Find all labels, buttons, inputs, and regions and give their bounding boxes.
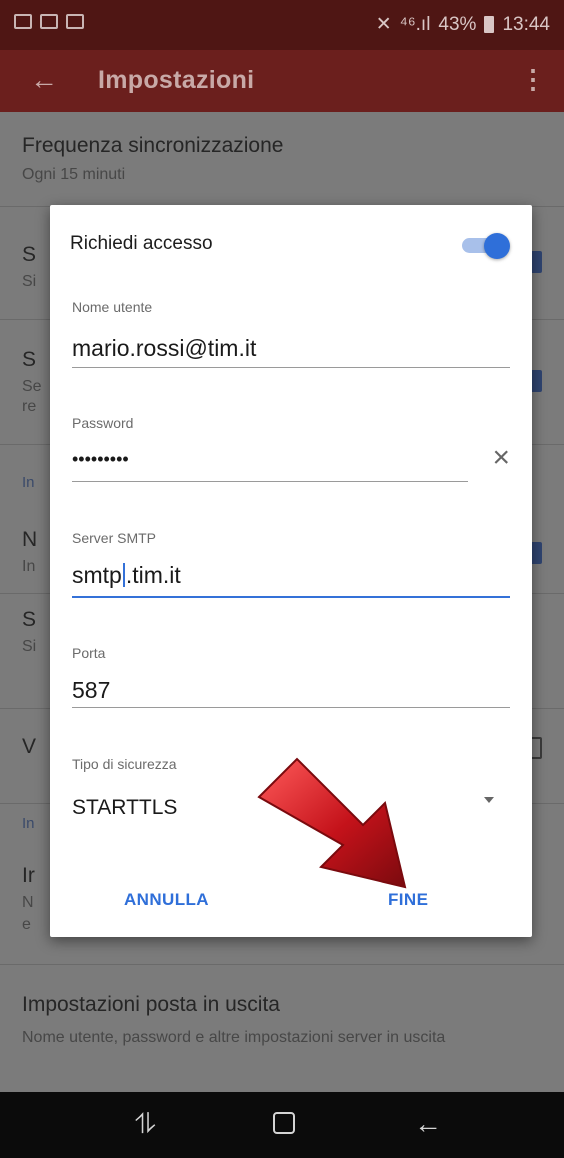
status-bar: ✕ ⁴⁶.ıl 43% 13:44	[0, 0, 564, 50]
section-header: In	[22, 815, 35, 832]
username-field[interactable]: Nome utente mario.rossi@tim.it	[72, 299, 510, 371]
overflow-menu-icon[interactable]: ⋮	[520, 64, 546, 95]
username-input[interactable]: mario.rossi@tim.it	[72, 335, 256, 362]
row-subtitle: Si	[22, 273, 37, 290]
mail-notification-icon	[40, 14, 58, 29]
smtp-server-field[interactable]: Server SMTP smtp .tim.it	[72, 530, 510, 602]
require-access-label: Richiedi accesso	[70, 233, 213, 254]
row-subtitle: In	[22, 558, 36, 575]
password-input[interactable]: •••••••••	[72, 449, 129, 470]
underline-focused	[72, 596, 510, 598]
require-access-toggle[interactable]	[462, 233, 510, 259]
row-title: N	[22, 528, 38, 551]
app-bar: ← Impostazioni ⋮	[0, 50, 564, 112]
recent-apps-icon[interactable]: ⥮	[135, 1108, 155, 1141]
mute-icon: ✕	[375, 14, 392, 35]
row-subtitle: e	[22, 916, 31, 933]
red-arrow-annotation	[257, 757, 407, 889]
back-icon[interactable]: ←	[414, 1108, 442, 1140]
settings-row-outgoing[interactable]: Impostazioni posta in uscita Nome utente…	[0, 965, 564, 1092]
row-title: V	[22, 735, 37, 758]
row-subtitle: Si	[22, 638, 37, 655]
row-subtitle: Se	[22, 378, 42, 395]
password-field[interactable]: Password ••••••••• ×	[72, 415, 510, 495]
row-title: S	[22, 608, 37, 631]
password-label: Password	[72, 415, 134, 431]
row-title: Impostazioni posta in uscita	[22, 993, 280, 1016]
settings-row-sync[interactable]: Frequenza sincronizzazione Ogni 15 minut…	[0, 112, 564, 207]
battery-percent: 43%	[438, 13, 477, 35]
notification-icons	[14, 14, 84, 29]
underline	[72, 707, 510, 708]
smtp-value-part: .tim.it	[125, 562, 181, 588]
mail-notification-icon	[66, 14, 84, 29]
toggle-knob	[484, 233, 510, 259]
status-indicators: ✕ ⁴⁶.ıl 43% 13:44	[376, 13, 550, 36]
port-field[interactable]: Porta 587	[72, 645, 510, 717]
clear-icon[interactable]: ×	[492, 441, 510, 475]
row-subtitle: re	[22, 398, 37, 415]
image-notification-icon	[14, 14, 32, 29]
cancel-button[interactable]: ANNULLA	[124, 890, 209, 910]
row-subtitle: Ogni 15 minuti	[22, 166, 126, 183]
battery-icon	[484, 16, 495, 33]
row-title: S	[22, 348, 37, 371]
home-icon[interactable]	[273, 1112, 295, 1134]
port-input[interactable]: 587	[72, 677, 110, 704]
arrow-shape	[257, 757, 407, 889]
username-label: Nome utente	[72, 299, 153, 315]
security-type-label: Tipo di sicurezza	[72, 756, 177, 772]
smtp-value-part: smtp	[72, 562, 122, 588]
row-subtitle: Nome utente, password e altre impostazio…	[22, 1029, 446, 1046]
smtp-server-label: Server SMTP	[72, 530, 157, 546]
row-title: Frequenza sincronizzazione	[22, 134, 284, 157]
text-cursor	[122, 563, 125, 587]
row-subtitle: N	[22, 894, 34, 911]
security-type-value[interactable]: STARTTLS	[72, 796, 177, 820]
smtp-server-input[interactable]: smtp .tim.it	[72, 562, 181, 589]
signal-icon: ⁴⁶.ıl	[399, 13, 431, 35]
port-label: Porta	[72, 645, 106, 661]
row-title: S	[22, 243, 37, 266]
page-title: Impostazioni	[98, 66, 255, 94]
dropdown-arrow-icon[interactable]	[484, 797, 494, 803]
back-arrow-icon[interactable]: ←	[30, 64, 58, 96]
navigation-bar: ⥮ ←	[0, 1092, 564, 1158]
underline	[72, 367, 510, 368]
section-header: In	[22, 474, 35, 491]
clock: 13:44	[502, 13, 550, 35]
row-title: Ir	[22, 864, 35, 887]
underline	[72, 481, 468, 482]
